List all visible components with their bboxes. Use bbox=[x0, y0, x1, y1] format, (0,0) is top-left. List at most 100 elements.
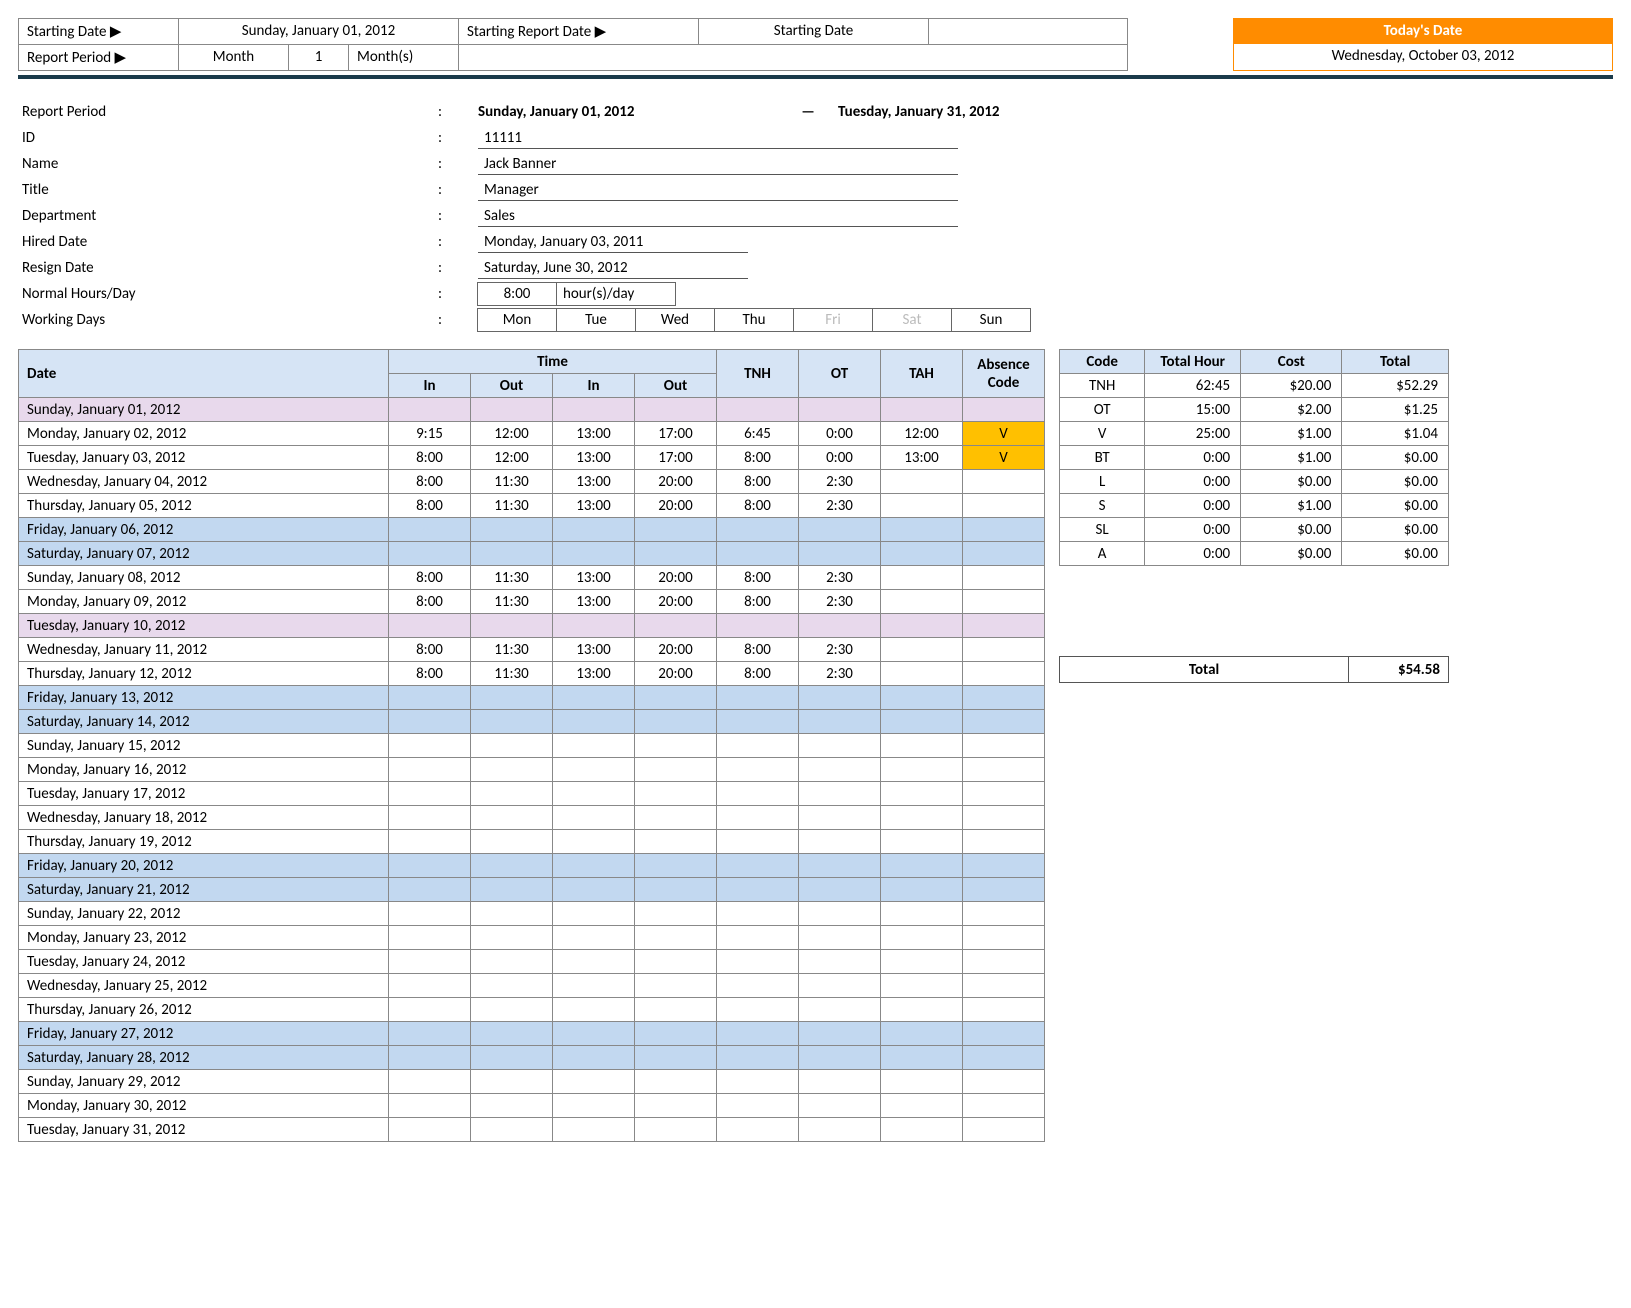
ot-cell[interactable] bbox=[799, 1094, 881, 1118]
time-out1-cell[interactable]: 11:30 bbox=[471, 470, 553, 494]
tnh-cell[interactable] bbox=[717, 902, 799, 926]
info-title-value[interactable]: Manager bbox=[478, 180, 958, 201]
day-toggle-sun[interactable]: Sun bbox=[951, 308, 1031, 332]
tah-cell[interactable]: 13:00 bbox=[881, 446, 963, 470]
tnh-cell[interactable]: 8:00 bbox=[717, 566, 799, 590]
time-out1-cell[interactable] bbox=[471, 398, 553, 422]
info-hired-value[interactable]: Monday, January 03, 2011 bbox=[478, 232, 748, 253]
time-out2-cell[interactable] bbox=[635, 710, 717, 734]
absence-cell[interactable] bbox=[963, 494, 1045, 518]
tnh-cell[interactable] bbox=[717, 974, 799, 998]
absence-cell[interactable] bbox=[963, 830, 1045, 854]
time-out1-cell[interactable] bbox=[471, 998, 553, 1022]
time-out2-cell[interactable]: 20:00 bbox=[635, 494, 717, 518]
time-out1-cell[interactable] bbox=[471, 542, 553, 566]
time-out1-cell[interactable] bbox=[471, 950, 553, 974]
time-in2-cell[interactable] bbox=[553, 854, 635, 878]
time-in1-cell[interactable]: 8:00 bbox=[389, 470, 471, 494]
time-in2-cell[interactable] bbox=[553, 1046, 635, 1070]
tah-cell[interactable] bbox=[881, 998, 963, 1022]
time-in1-cell[interactable] bbox=[389, 758, 471, 782]
time-in2-cell[interactable] bbox=[553, 542, 635, 566]
time-in2-cell[interactable] bbox=[553, 806, 635, 830]
absence-cell[interactable] bbox=[963, 878, 1045, 902]
tnh-cell[interactable] bbox=[717, 686, 799, 710]
tnh-cell[interactable] bbox=[717, 398, 799, 422]
absence-cell[interactable] bbox=[963, 398, 1045, 422]
time-out1-cell[interactable] bbox=[471, 1046, 553, 1070]
absence-cell[interactable] bbox=[963, 542, 1045, 566]
time-out2-cell[interactable] bbox=[635, 1046, 717, 1070]
tnh-cell[interactable] bbox=[717, 830, 799, 854]
tah-cell[interactable] bbox=[881, 878, 963, 902]
absence-cell[interactable] bbox=[963, 686, 1045, 710]
tnh-cell[interactable] bbox=[717, 614, 799, 638]
ot-cell[interactable] bbox=[799, 854, 881, 878]
time-in2-cell[interactable] bbox=[553, 398, 635, 422]
absence-cell[interactable] bbox=[963, 1118, 1045, 1142]
tnh-cell[interactable] bbox=[717, 518, 799, 542]
ot-cell[interactable] bbox=[799, 902, 881, 926]
tah-cell[interactable] bbox=[881, 662, 963, 686]
time-in1-cell[interactable] bbox=[389, 1070, 471, 1094]
absence-cell[interactable] bbox=[963, 590, 1045, 614]
time-out1-cell[interactable] bbox=[471, 902, 553, 926]
info-name-value[interactable]: Jack Banner bbox=[478, 154, 958, 175]
absence-cell[interactable] bbox=[963, 974, 1045, 998]
time-out1-cell[interactable] bbox=[471, 614, 553, 638]
ot-cell[interactable] bbox=[799, 806, 881, 830]
time-out1-cell[interactable] bbox=[471, 854, 553, 878]
ot-cell[interactable] bbox=[799, 686, 881, 710]
time-out1-cell[interactable]: 11:30 bbox=[471, 638, 553, 662]
absence-cell[interactable] bbox=[963, 1070, 1045, 1094]
time-out1-cell[interactable] bbox=[471, 734, 553, 758]
time-in1-cell[interactable] bbox=[389, 734, 471, 758]
time-out1-cell[interactable]: 11:30 bbox=[471, 662, 553, 686]
day-toggle-sat[interactable]: Sat bbox=[872, 308, 952, 332]
tnh-cell[interactable]: 8:00 bbox=[717, 494, 799, 518]
time-out1-cell[interactable] bbox=[471, 926, 553, 950]
time-in2-cell[interactable]: 13:00 bbox=[553, 590, 635, 614]
time-out1-cell[interactable]: 12:00 bbox=[471, 422, 553, 446]
time-in1-cell[interactable] bbox=[389, 974, 471, 998]
time-out1-cell[interactable] bbox=[471, 878, 553, 902]
normal-hours-value[interactable]: 8:00 bbox=[477, 282, 557, 306]
absence-cell[interactable]: V bbox=[963, 446, 1045, 470]
time-out1-cell[interactable] bbox=[471, 974, 553, 998]
tnh-cell[interactable] bbox=[717, 926, 799, 950]
time-in2-cell[interactable] bbox=[553, 614, 635, 638]
ot-cell[interactable]: 2:30 bbox=[799, 590, 881, 614]
time-out1-cell[interactable] bbox=[471, 518, 553, 542]
tah-cell[interactable] bbox=[881, 470, 963, 494]
absence-cell[interactable] bbox=[963, 998, 1045, 1022]
ot-cell[interactable] bbox=[799, 542, 881, 566]
time-out1-cell[interactable] bbox=[471, 1022, 553, 1046]
ot-cell[interactable]: 0:00 bbox=[799, 446, 881, 470]
tnh-cell[interactable] bbox=[717, 878, 799, 902]
time-in1-cell[interactable] bbox=[389, 878, 471, 902]
time-out2-cell[interactable] bbox=[635, 902, 717, 926]
absence-cell[interactable] bbox=[963, 1046, 1045, 1070]
time-in2-cell[interactable]: 13:00 bbox=[553, 638, 635, 662]
day-toggle-thu[interactable]: Thu bbox=[714, 308, 794, 332]
time-out2-cell[interactable] bbox=[635, 398, 717, 422]
tnh-cell[interactable]: 8:00 bbox=[717, 590, 799, 614]
tnh-cell[interactable] bbox=[717, 758, 799, 782]
time-in1-cell[interactable] bbox=[389, 806, 471, 830]
ot-cell[interactable] bbox=[799, 398, 881, 422]
ot-cell[interactable]: 2:30 bbox=[799, 494, 881, 518]
absence-cell[interactable] bbox=[963, 710, 1045, 734]
tnh-cell[interactable] bbox=[717, 1118, 799, 1142]
time-in2-cell[interactable] bbox=[553, 758, 635, 782]
time-in2-cell[interactable] bbox=[553, 734, 635, 758]
tnh-cell[interactable] bbox=[717, 1022, 799, 1046]
ot-cell[interactable]: 0:00 bbox=[799, 422, 881, 446]
tnh-cell[interactable] bbox=[717, 782, 799, 806]
time-in1-cell[interactable]: 8:00 bbox=[389, 662, 471, 686]
tah-cell[interactable] bbox=[881, 830, 963, 854]
absence-cell[interactable] bbox=[963, 806, 1045, 830]
tnh-cell[interactable] bbox=[717, 806, 799, 830]
ot-cell[interactable] bbox=[799, 1046, 881, 1070]
tnh-cell[interactable] bbox=[717, 1046, 799, 1070]
tah-cell[interactable] bbox=[881, 734, 963, 758]
